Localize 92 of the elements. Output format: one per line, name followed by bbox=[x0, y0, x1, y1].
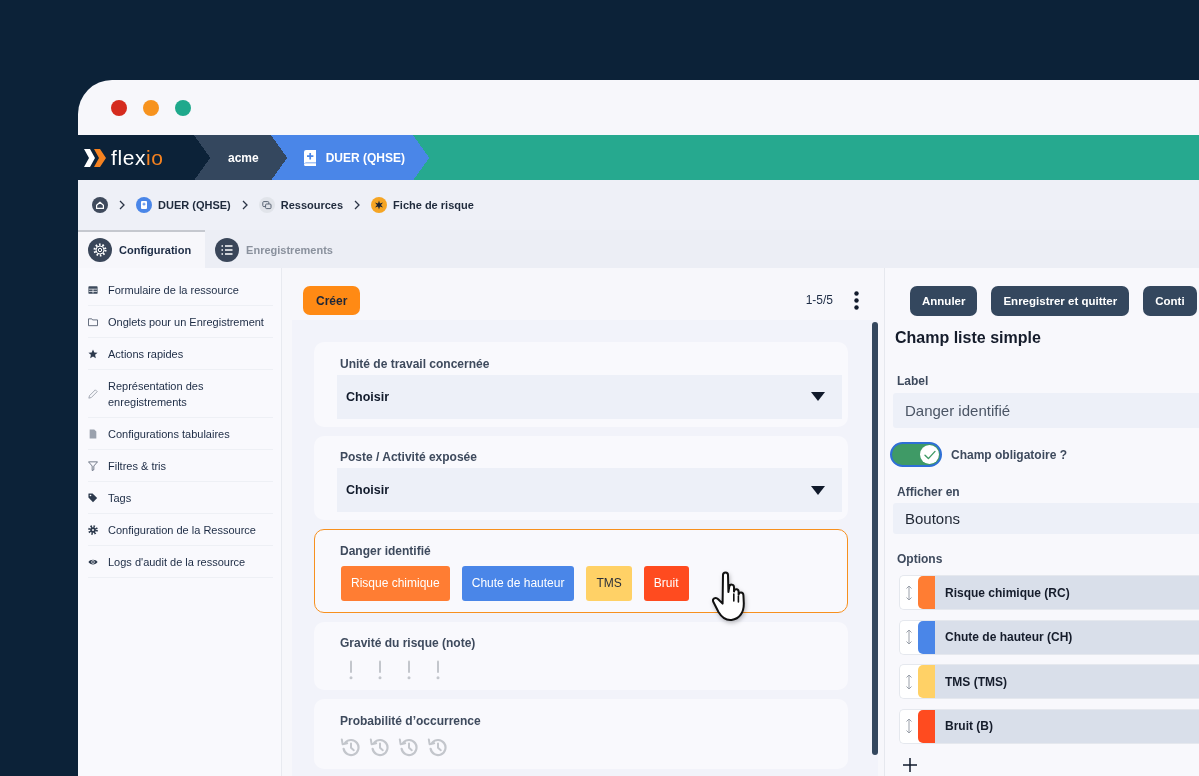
pencil-icon bbox=[88, 388, 98, 399]
burst-icon bbox=[371, 197, 388, 213]
option-chip[interactable]: Chute de hauteur bbox=[461, 565, 575, 601]
exclamation-icon[interactable] bbox=[406, 660, 412, 680]
table-icon bbox=[88, 284, 98, 295]
star-icon bbox=[88, 348, 98, 359]
sidebar-item[interactable]: Actions rapides bbox=[88, 338, 273, 370]
sidebar-item[interactable]: Représentation des enregistrements bbox=[88, 370, 273, 418]
sidebar-item[interactable]: Tags bbox=[88, 482, 273, 514]
field-label: Probabilité d’occurrence bbox=[340, 713, 482, 728]
sidebar-item[interactable]: Configuration de la Ressource bbox=[88, 514, 273, 546]
form-field-card[interactable]: Probabilité d’occurrence bbox=[314, 699, 848, 769]
close-icon[interactable] bbox=[111, 99, 127, 116]
form-field-card[interactable]: Unité de travail concernée Choisir bbox=[314, 342, 848, 427]
field-label: Gravité du risque (note) bbox=[340, 636, 477, 650]
drag-handle-icon[interactable] bbox=[905, 584, 913, 601]
history-icon[interactable] bbox=[398, 736, 418, 757]
home-icon[interactable] bbox=[92, 197, 108, 213]
option-label: Risque chimique (RC) bbox=[935, 576, 1199, 609]
field-label: Label bbox=[897, 374, 930, 388]
drag-handle-icon[interactable] bbox=[905, 718, 913, 734]
more-options-icon[interactable] bbox=[854, 291, 859, 310]
field-label: Afficher en bbox=[897, 485, 961, 499]
option-label: TMS (TMS) bbox=[935, 665, 1199, 698]
sidebar-item[interactable]: Onglets pour un Enregistrement bbox=[88, 306, 273, 338]
exclamation-icon[interactable] bbox=[377, 660, 383, 680]
frequency-rating[interactable] bbox=[340, 736, 447, 757]
form-field-card[interactable]: Gravité du risque (note) bbox=[314, 621, 848, 690]
select-field[interactable]: Choisir bbox=[337, 468, 842, 512]
check-icon bbox=[923, 449, 936, 460]
action-button[interactable]: Annuler bbox=[910, 286, 978, 316]
form-field-card[interactable]: Danger identifié Risque chimique Chute de hauteur TMS Bruit bbox=[314, 529, 848, 613]
book-icon bbox=[136, 197, 152, 213]
toggle-label: Champ obligatoire ? bbox=[951, 447, 1067, 462]
field-label: Poste / Activité exposée bbox=[340, 450, 478, 464]
form-field-card[interactable]: Poste / Activité exposée Choisir bbox=[314, 435, 848, 520]
field-label: Unité de travail concernée bbox=[340, 356, 491, 371]
drag-handle-icon[interactable] bbox=[905, 629, 913, 645]
option-row[interactable]: Risque chimique (RC) bbox=[899, 575, 1199, 610]
chevron-icon bbox=[241, 200, 248, 210]
history-icon[interactable] bbox=[427, 736, 447, 757]
select-field[interactable]: Choisir bbox=[337, 374, 842, 419]
book-icon bbox=[302, 149, 317, 166]
caret-icon bbox=[811, 485, 825, 495]
panel-title: Champ liste simple bbox=[895, 328, 1042, 348]
chevron-icon bbox=[354, 200, 361, 210]
settings-icon bbox=[88, 238, 112, 262]
stack-icon bbox=[258, 197, 275, 213]
scrollbar[interactable] bbox=[872, 322, 878, 755]
exclamation-icon[interactable] bbox=[435, 660, 441, 680]
logo-icon bbox=[84, 148, 106, 167]
history-icon[interactable] bbox=[369, 736, 389, 757]
action-button[interactable]: Conti bbox=[1143, 286, 1197, 316]
option-label: Chute de hauteur (CH) bbox=[935, 620, 1199, 654]
sidebar-item[interactable]: Filtres & tris bbox=[88, 450, 273, 482]
add-icon[interactable] bbox=[903, 757, 917, 772]
action-button[interactable]: Enregistrer et quitter bbox=[991, 286, 1130, 316]
breadcrumb-link[interactable]: DUER (QHSE) bbox=[136, 197, 231, 213]
chevron-icon bbox=[119, 200, 125, 210]
sidebar-item[interactable]: Configurations tabulaires bbox=[88, 418, 273, 450]
pagination-text: 1-5/5 bbox=[805, 292, 833, 309]
drag-handle-icon[interactable] bbox=[905, 673, 913, 690]
option-row[interactable]: Chute de hauteur (CH) bbox=[899, 619, 1199, 655]
select-field[interactable]: Boutons bbox=[893, 503, 1199, 534]
workspace-link[interactable]: acme bbox=[210, 135, 287, 180]
option-row[interactable]: Bruit (B) bbox=[899, 708, 1199, 744]
folder-icon bbox=[88, 316, 98, 327]
text-input[interactable]: Danger identifié bbox=[893, 393, 1199, 428]
field-label: Danger identifié bbox=[340, 543, 432, 558]
logo-text: flexio bbox=[111, 145, 164, 170]
exclamation-icon[interactable] bbox=[348, 660, 354, 680]
maximize-icon[interactable] bbox=[175, 99, 191, 116]
sidebar-item[interactable]: Logs d'audit de la ressource bbox=[88, 546, 273, 578]
option-row[interactable]: TMS (TMS) bbox=[899, 664, 1199, 699]
document-icon bbox=[88, 428, 98, 439]
option-chip[interactable]: TMS bbox=[586, 565, 632, 601]
breadcrumb-link[interactable]: Ressources bbox=[258, 197, 344, 213]
options-label: Options bbox=[897, 552, 944, 566]
breadcrumb-link[interactable]: Fiche de risque bbox=[371, 197, 474, 213]
gear-icon bbox=[88, 524, 98, 535]
app-link[interactable]: DUER (QHSE) bbox=[286, 135, 430, 180]
option-label: Bruit (B) bbox=[935, 709, 1199, 743]
tag-icon bbox=[88, 492, 98, 503]
sidebar-item[interactable]: Formulaire de la ressource bbox=[88, 274, 273, 306]
list-icon bbox=[215, 238, 240, 262]
history-icon[interactable] bbox=[340, 736, 360, 757]
create-button[interactable]: Créer bbox=[303, 286, 361, 315]
caret-icon bbox=[811, 392, 825, 401]
minimize-icon[interactable] bbox=[143, 99, 159, 116]
toggle-switch[interactable] bbox=[890, 442, 942, 467]
filter-icon bbox=[88, 460, 98, 471]
tab[interactable]: Configuration bbox=[78, 230, 206, 268]
